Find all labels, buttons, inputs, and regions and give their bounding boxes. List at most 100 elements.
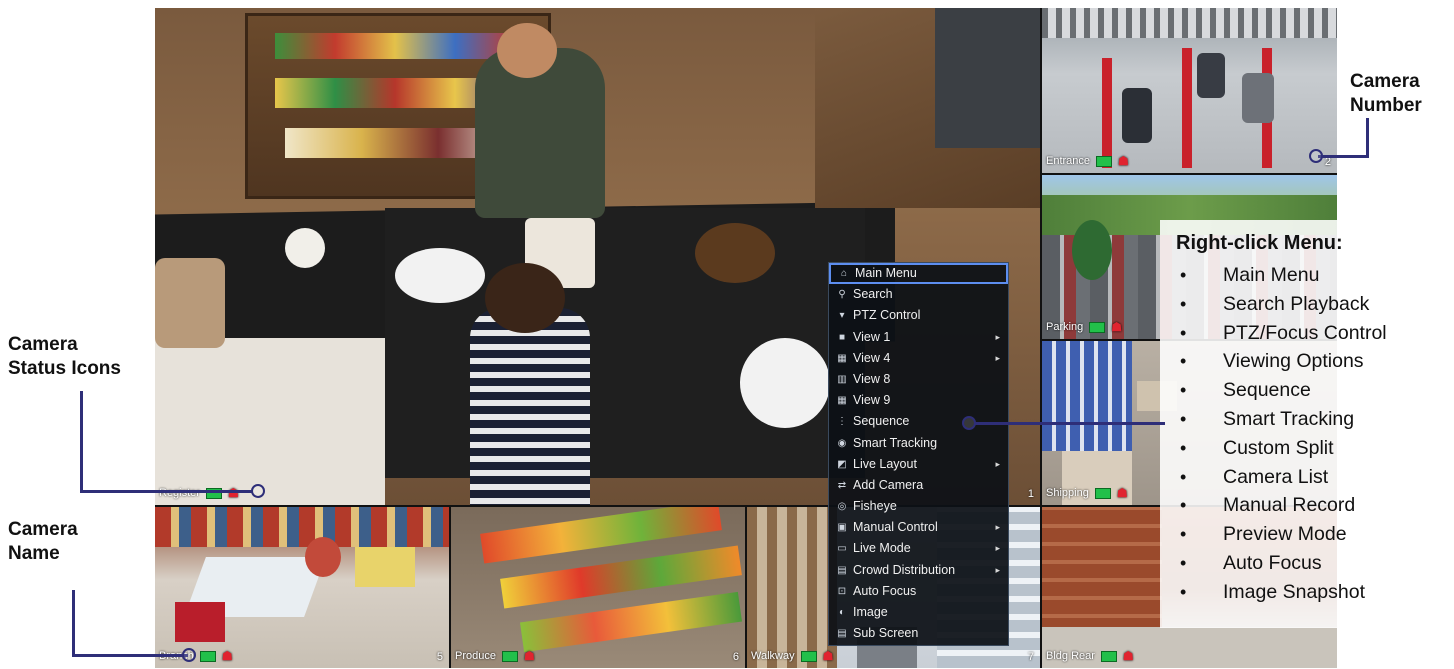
annotation-line: Camera (8, 334, 78, 355)
camera-2-feed (1042, 8, 1337, 173)
menu-item-live-mode[interactable]: ▭ Live Mode ▸ (829, 538, 1008, 559)
context-menu: ⌂ Main Menu ⚲ Search ▾ PTZ Control ■ View 1 ▸ ▦ Vi… (828, 262, 1009, 646)
view8-icon: ▥ (837, 373, 847, 385)
record-status-icon (199, 650, 216, 662)
menu-item-label: View 4 (853, 350, 891, 365)
feature-list-item: Search Playback (1180, 290, 1387, 319)
feature-list-item: PTZ/Focus Control (1180, 319, 1387, 348)
submenu-arrow-icon: ▸ (995, 352, 1000, 363)
menu-item-label: Image (853, 605, 888, 619)
menu-item-view-4[interactable]: ▦ View 4 ▸ (829, 348, 1008, 369)
camera-6-number: 6 (732, 651, 739, 663)
camera-status-icons-label: Camera Status Icons (8, 333, 121, 381)
feature-list-item: Manual Record (1180, 491, 1387, 520)
menu-item-main-menu[interactable]: ⌂ Main Menu (829, 263, 1008, 285)
submenu-arrow-icon: ▸ (995, 564, 1000, 575)
camera-tile-6[interactable]: Produce ☗ 6 (451, 507, 745, 668)
feature-list: Main MenuSearch PlaybackPTZ/Focus Contro… (1180, 261, 1387, 607)
status-icons-leader (80, 391, 83, 493)
camera-5-feed (155, 507, 449, 668)
menu-item-view-9[interactable]: ▦ View 9 (829, 390, 1008, 411)
motion-alert-icon: ☗ (523, 649, 535, 663)
menu-item-label: Live Layout (853, 456, 917, 471)
smart-tracking-icon: ◉ (837, 437, 847, 449)
menu-item-label: View 8 (853, 371, 891, 386)
menu-item-label: View 9 (853, 393, 891, 408)
motion-alert-icon: ☗ (1111, 320, 1123, 334)
search-icon: ⚲ (838, 289, 846, 301)
menu-item-label: Main Menu (855, 266, 917, 280)
motion-alert-icon: ☗ (227, 486, 239, 500)
feature-list-item: Camera List (1180, 463, 1387, 492)
home-icon: ⌂ (840, 268, 848, 279)
feature-list-item: Auto Focus (1180, 549, 1387, 578)
camera-6-status: Produce ☗ (455, 649, 535, 663)
camera-8-name: Bldg Rear (1046, 650, 1095, 662)
live-mode-icon: ▭ (837, 543, 847, 555)
fisheye-icon: ◎ (837, 501, 847, 513)
record-status-icon (1094, 487, 1111, 499)
record-status-icon (1089, 321, 1106, 333)
feature-list-item: Sequence (1180, 376, 1387, 405)
camera-3-name: Parking (1046, 321, 1084, 333)
menu-item-add-camera[interactable]: ⇄ Add Camera (829, 475, 1008, 496)
menu-item-label: Auto Focus (853, 583, 917, 598)
leader-end-marker (251, 484, 265, 498)
camera-tile-5[interactable]: Branch ☗ 5 (155, 507, 449, 668)
camera-6-name: Produce (455, 650, 496, 662)
camera-number-leader (1366, 118, 1369, 158)
manual-control-icon: ▣ (837, 522, 847, 534)
sub-screen-icon: ▤ (837, 628, 847, 640)
menu-item-sub-screen[interactable]: ▤ Sub Screen (829, 623, 1008, 644)
feature-list-item: Preview Mode (1180, 520, 1387, 549)
leader-end-marker (182, 648, 196, 662)
camera-1-status: Register ☗ (159, 486, 239, 500)
menu-item-fisheye[interactable]: ◎ Fisheye (829, 496, 1008, 517)
camera-name-leader (72, 654, 188, 657)
view9-icon: ▦ (837, 395, 847, 407)
menu-item-view-1[interactable]: ■ View 1 ▸ (829, 327, 1008, 348)
feature-list-item: Smart Tracking (1180, 405, 1387, 434)
camera-6-feed (451, 507, 745, 668)
annotation-line: Camera (8, 519, 78, 540)
camera-5-number: 5 (436, 651, 443, 663)
record-status-icon (501, 650, 518, 662)
submenu-arrow-icon: ▸ (995, 543, 1000, 554)
menu-item-live-layout[interactable]: ◩ Live Layout ▸ (829, 454, 1008, 475)
view1-icon: ■ (838, 331, 846, 343)
feature-list-item: Custom Split (1180, 434, 1387, 463)
record-status-icon (1096, 155, 1113, 167)
menu-item-label: Search (853, 287, 893, 302)
menu-item-crowd-distribution[interactable]: ▤ Crowd Distribution ▸ (829, 560, 1008, 581)
motion-alert-icon: ☗ (221, 649, 233, 663)
motion-alert-icon: ☗ (822, 649, 834, 663)
camera-1-name: Register (159, 487, 200, 499)
record-status-icon (1100, 650, 1117, 662)
leader-end-marker (962, 416, 976, 430)
menu-item-ptz-control[interactable]: ▾ PTZ Control (829, 305, 1008, 326)
feature-list-item: Image Snapshot (1180, 578, 1387, 607)
camera-7-number: 7 (1027, 651, 1034, 663)
menu-item-search[interactable]: ⚲ Search (829, 284, 1008, 305)
right-click-info-panel: Right-click Menu: Main MenuSearch Playba… (1160, 220, 1454, 628)
image-icon: ◐ (838, 607, 846, 618)
submenu-arrow-icon: ▸ (995, 522, 1000, 533)
auto-focus-icon: ⊡ (837, 585, 847, 597)
menu-item-image[interactable]: ◐ Image (829, 602, 1008, 623)
camera-number-label: Camera Number (1350, 70, 1450, 118)
menu-item-manual-control[interactable]: ▣ Manual Control ▸ (829, 517, 1008, 538)
camera-2-name: Entrance (1046, 155, 1091, 167)
menu-item-auto-focus[interactable]: ⊡ Auto Focus (829, 581, 1008, 602)
camera-1-number: 1 (1027, 488, 1034, 500)
menu-item-label: Sub Screen (853, 626, 919, 641)
camera-tile-2[interactable]: Entrance ☗ 2 (1042, 8, 1337, 173)
feature-list-item: Viewing Options (1180, 347, 1387, 376)
menu-item-view-8[interactable]: ▥ View 8 (829, 369, 1008, 390)
camera-4-status: Shipping ☗ (1046, 486, 1128, 500)
menu-item-label: Smart Tracking (853, 435, 938, 450)
annotation-line: Name (8, 543, 60, 564)
menu-item-label: Sequence (853, 414, 910, 429)
ptz-icon: ▾ (839, 310, 845, 322)
menu-item-smart-tracking[interactable]: ◉ Smart Tracking (829, 433, 1008, 454)
camera-7-status: Walkway ☗ (751, 649, 833, 663)
